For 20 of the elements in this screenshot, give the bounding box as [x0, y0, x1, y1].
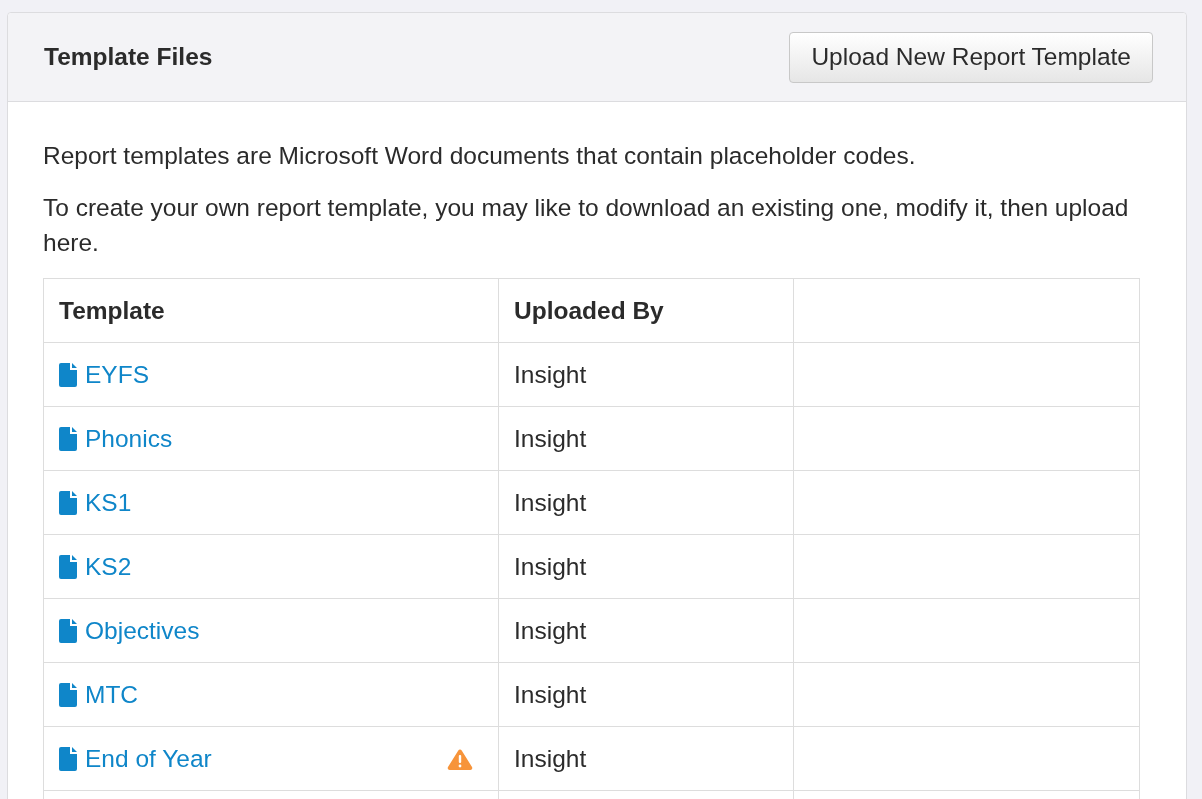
document-icon: [59, 554, 77, 579]
uploader-cell: Insight: [498, 598, 794, 663]
document-icon: [59, 682, 77, 707]
description-text: To create your own report template, you may like to download an existing one, modify it, then upload here.: [43, 193, 1130, 258]
uploader-cell: Insight: [498, 342, 794, 407]
description-text: Report templates are Microsoft Word documents that contain placeholder codes.: [43, 141, 917, 171]
upload-template-button[interactable]: Upload New Report Template: [789, 31, 1153, 83]
document-icon: [59, 362, 77, 387]
panel-title: Template Files: [44, 43, 213, 71]
column-header: Template: [43, 278, 499, 343]
uploader-cell: Insight: [498, 726, 794, 791]
column-header: Uploaded By: [498, 278, 794, 343]
document-icon: [59, 618, 77, 643]
uploader-cell: Insight: [498, 406, 794, 471]
document-icon: [59, 490, 77, 515]
document-icon: [59, 426, 77, 451]
uploader-cell: Insight: [498, 662, 794, 727]
uploader-cell: Insight: [498, 470, 794, 535]
document-icon: [59, 746, 77, 771]
uploader-cell: Insight: [498, 534, 794, 599]
